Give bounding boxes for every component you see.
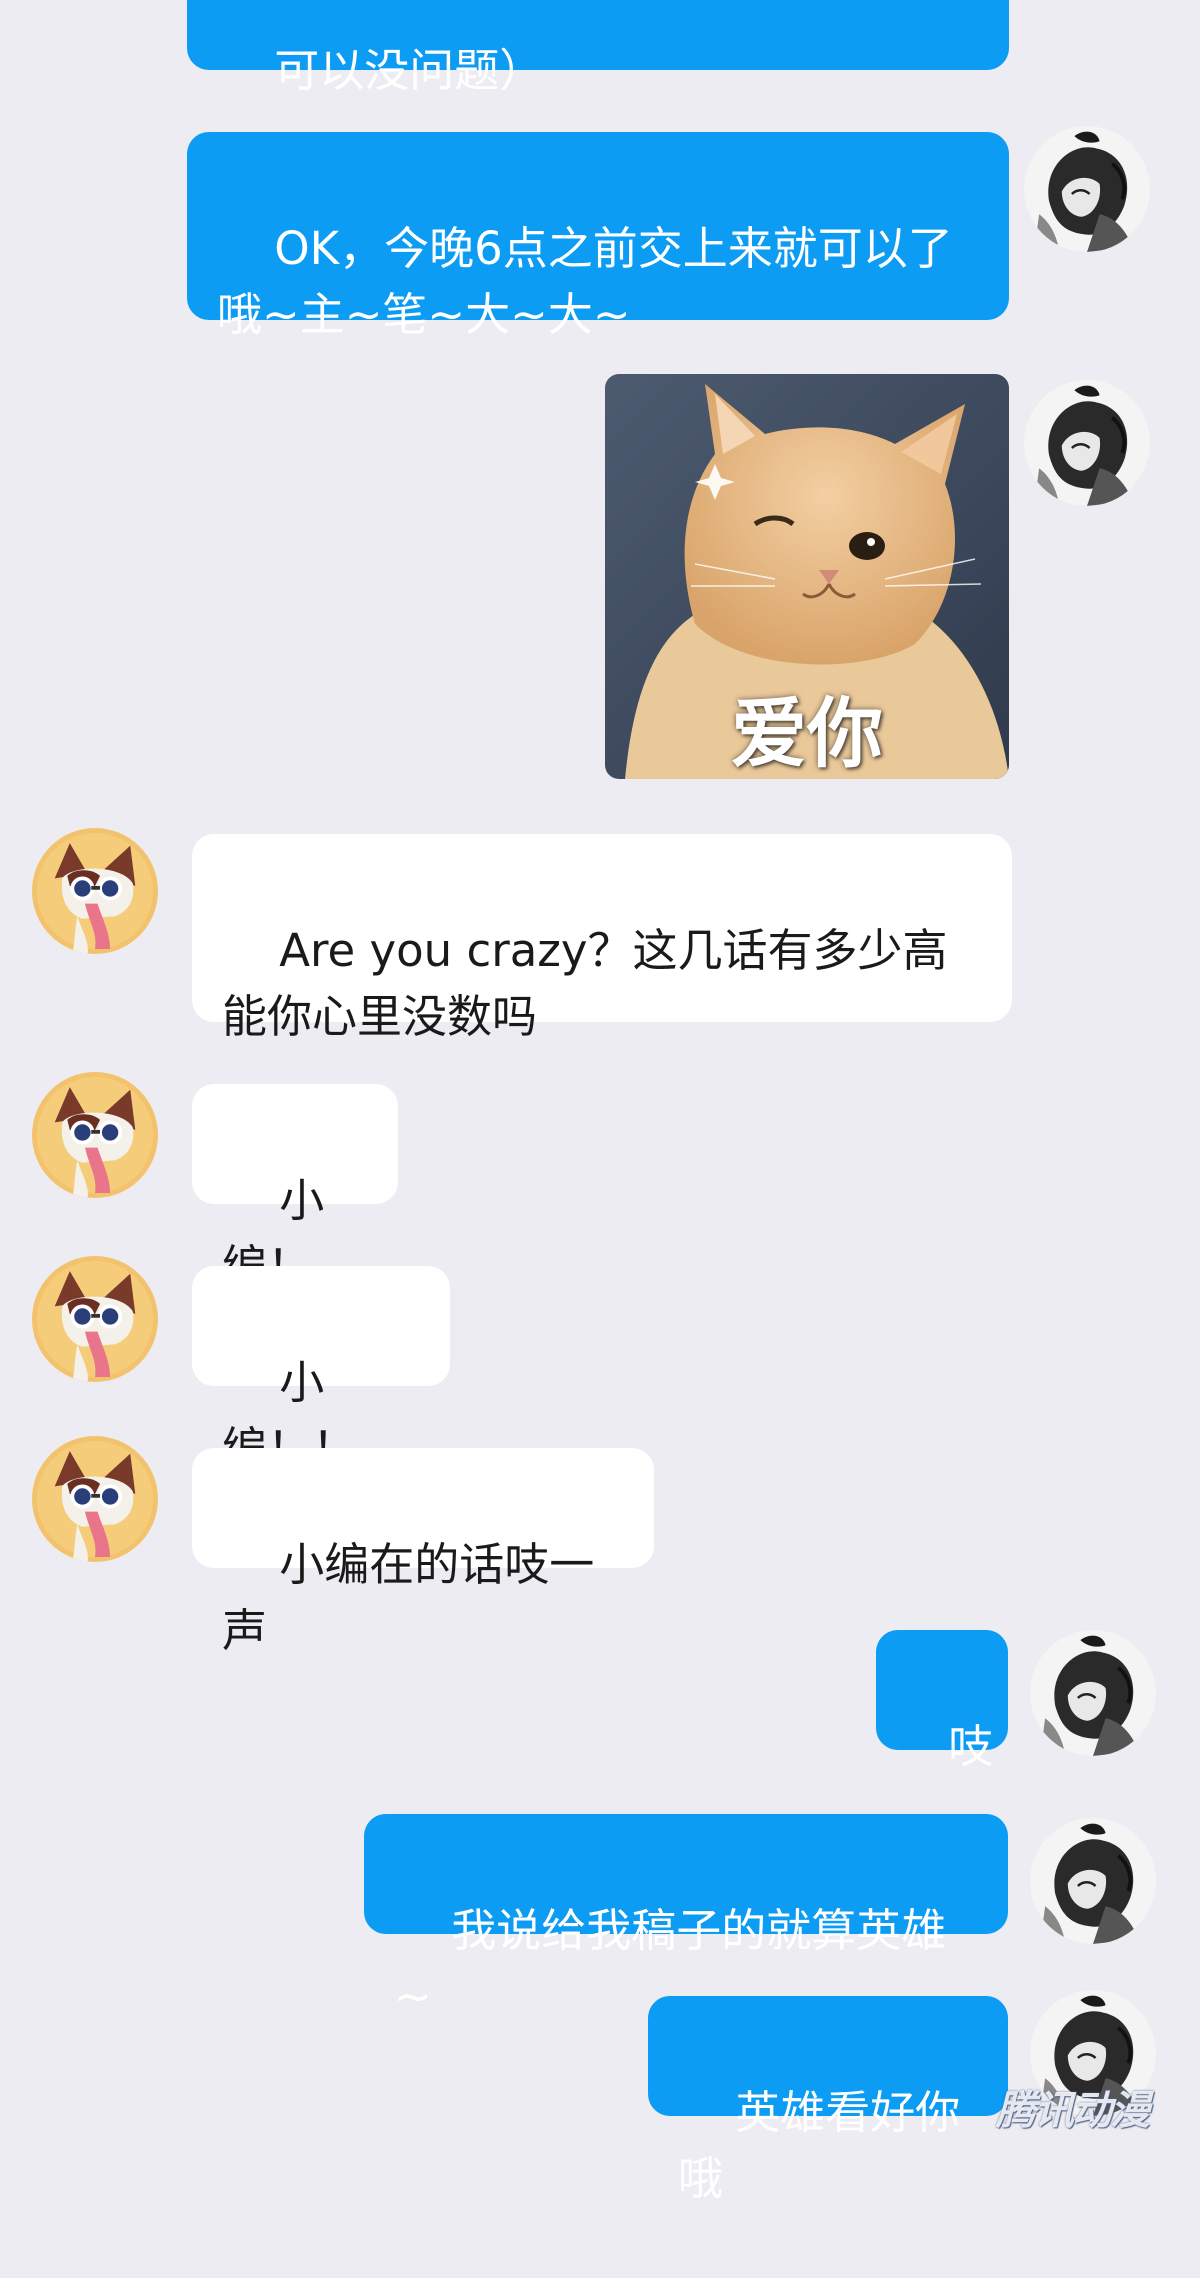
ink-portrait-avatar-icon [1030,1630,1156,1756]
message-bubble-received[interactable]: Are you crazy？这几话有多少高 能你心里没数吗 [192,834,1012,1043]
ink-portrait-avatar-icon [1024,126,1150,252]
ink-portrait-avatar-icon [1024,380,1150,506]
message-bubble-sent[interactable]: OK，今晚6点之前交上来就可以了 哦~主~笔~大~大~ [187,132,1009,341]
receiver-avatar[interactable] [32,1256,158,1382]
receiver-avatar[interactable] [32,1436,158,1562]
message-bubble-received[interactable]: 小编！！ [192,1266,450,1475]
message-bubble-sent[interactable]: 我说给我稿子的就算英雄~ [364,1814,1008,2023]
sticker-caption: 爱你 [731,689,883,778]
chat-view: 可以没问题） OK，今晚6点之前交上来就可以了 哦~主~笔~大~大~ 爱你 Ar… [0,0,1200,2205]
message-text: OK，今晚6点之前交上来就可以了 哦~主~笔~大~大~ [217,222,953,341]
sender-avatar[interactable] [1024,380,1150,506]
message-bubble-received[interactable]: 小编在的话吱一声 [192,1448,654,1657]
receiver-avatar[interactable] [32,828,158,954]
message-text: 吱 [948,1720,994,1773]
sender-avatar[interactable] [1024,126,1150,252]
cartoon-cat-avatar-icon [32,828,158,954]
message-text: 小编在的话吱一声 [222,1538,595,1657]
message-bubble-received[interactable]: 小编！ [192,1084,398,1293]
cartoon-cat-avatar-icon [32,1072,158,1198]
message-bubble-sent[interactable]: 可以没问题） [187,0,1009,97]
message-text: Are you crazy？这几话有多少高 能你心里没数吗 [222,924,948,1043]
message-bubble-sent[interactable]: 吱 [876,1630,1008,1773]
watermark-logo: 腾讯动漫 [996,2088,1150,2134]
message-bubble-sent[interactable]: 英雄看好你哦 [648,1996,1008,2205]
sender-avatar[interactable] [1030,1818,1156,1944]
ink-portrait-avatar-icon [1030,1818,1156,1944]
cartoon-cat-avatar-icon [32,1256,158,1382]
sticker-image[interactable]: 爱你 [605,374,1009,779]
receiver-avatar[interactable] [32,1072,158,1198]
sender-avatar[interactable] [1030,1630,1156,1756]
message-text: 可以没问题） [274,44,545,97]
cartoon-cat-avatar-icon [32,1436,158,1562]
message-text: 英雄看好你哦 [678,2086,961,2205]
